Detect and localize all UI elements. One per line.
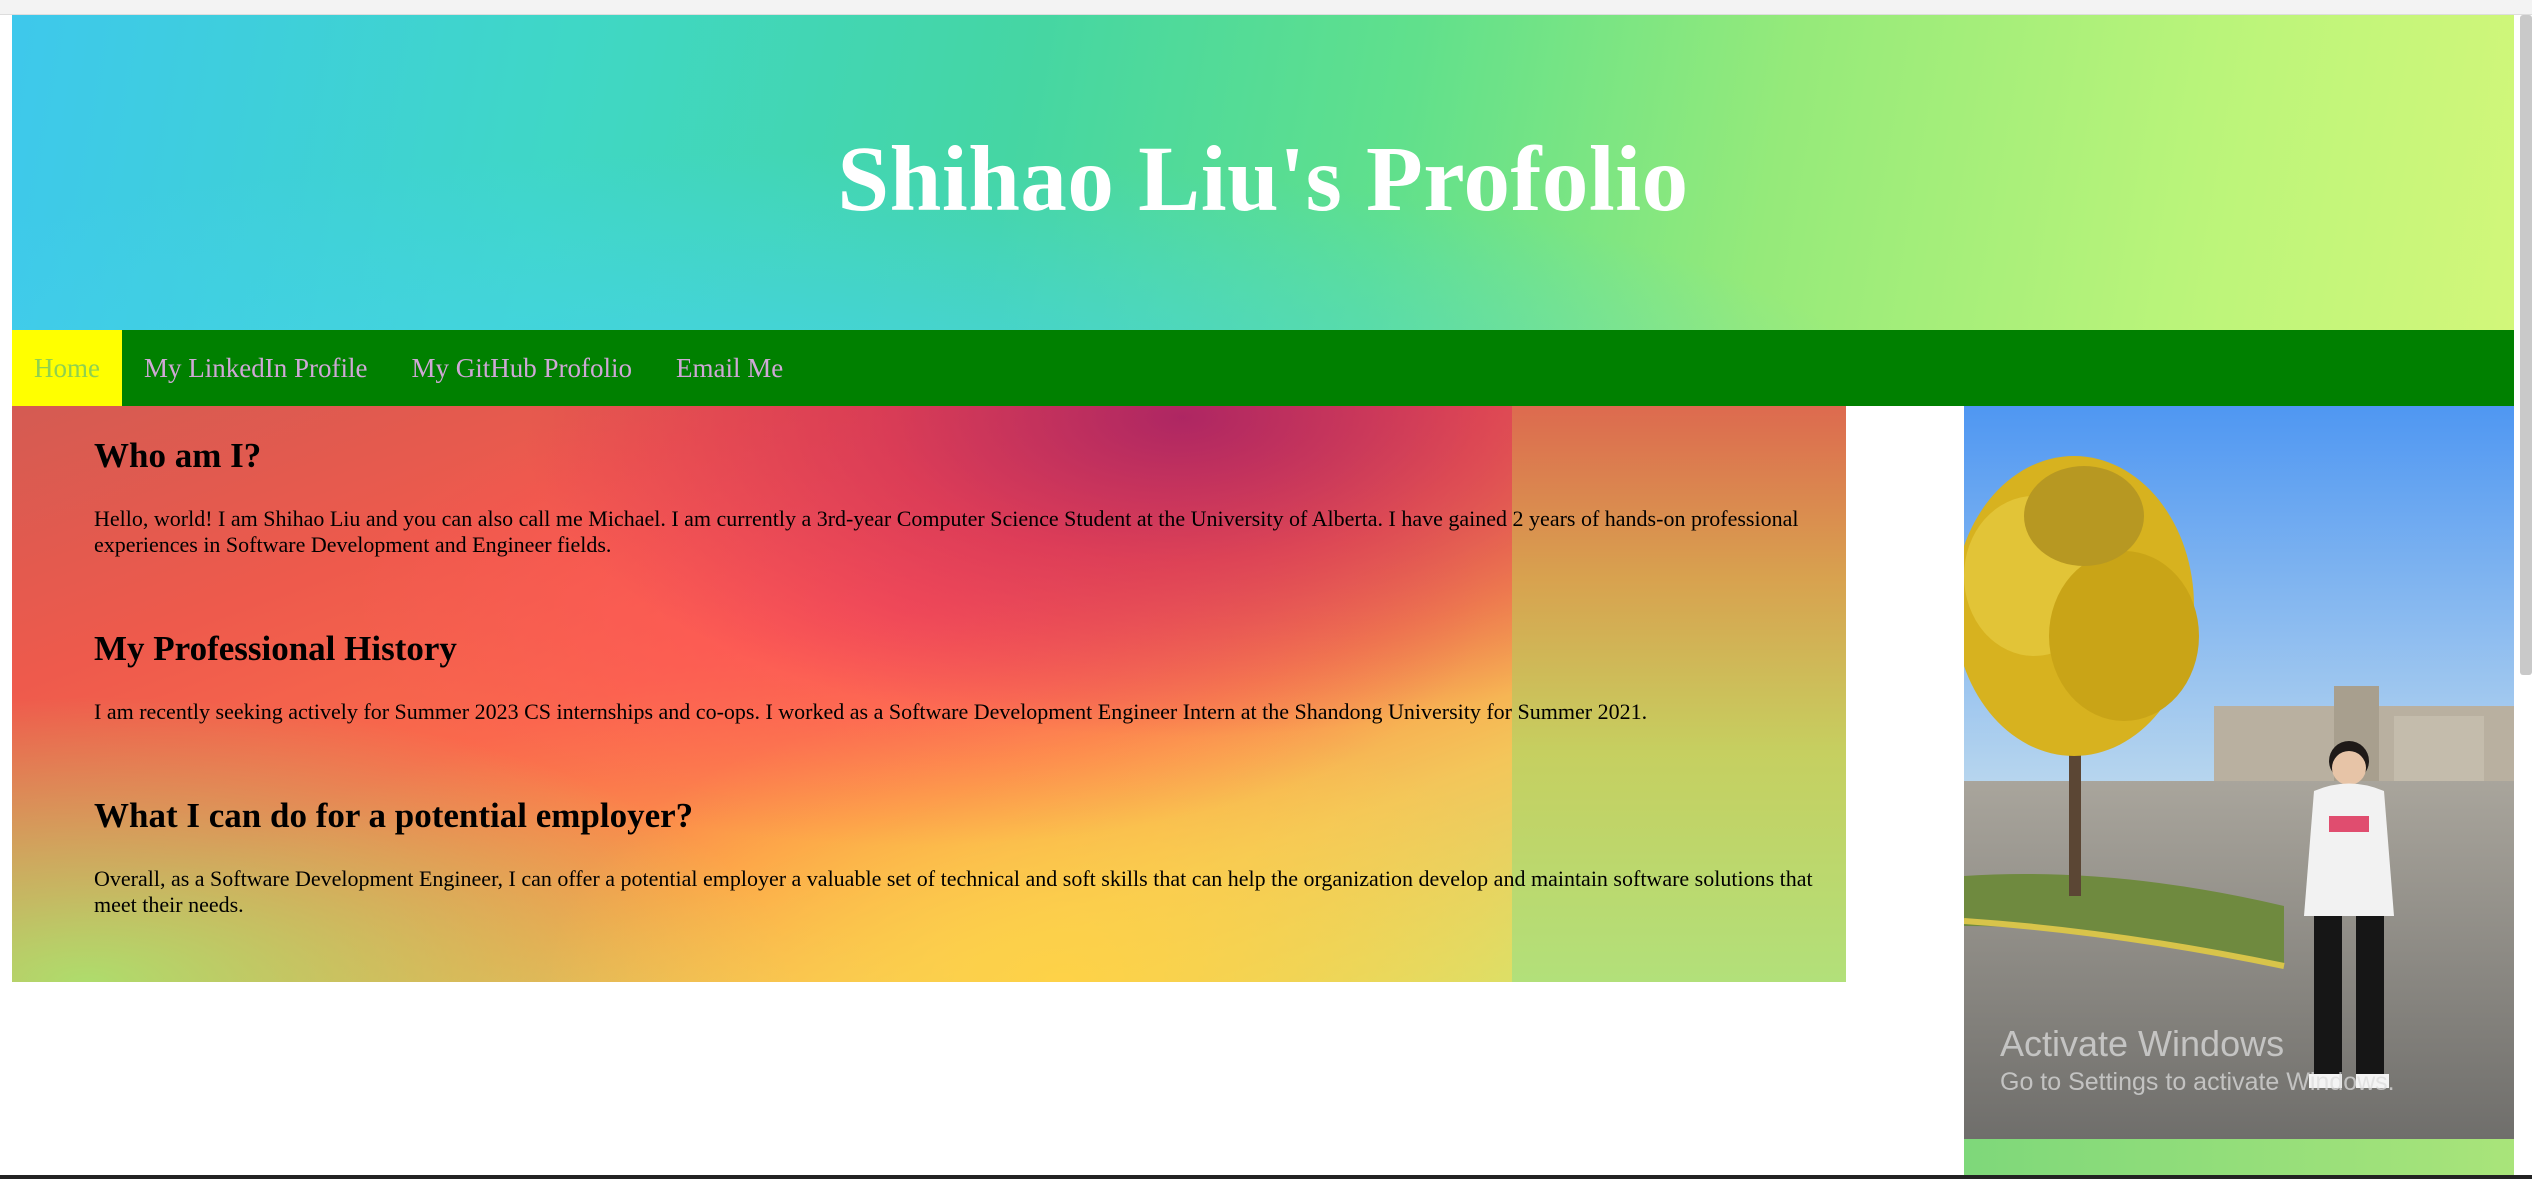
browser-page: Shihao Liu's Profolio Home My LinkedIn P… <box>0 0 2532 1179</box>
nav-item-home[interactable]: Home <box>12 330 122 406</box>
main-content: Who am I? Hello, world! I am Shihao Liu … <box>12 406 1846 982</box>
section-text-history: I am recently seeking actively for Summe… <box>94 699 1648 724</box>
section-text-who: Hello, world! I am Shihao Liu and you ca… <box>94 506 1799 557</box>
browser-top-edge <box>0 0 2532 15</box>
windows-activation-watermark: Activate Windows Go to Settings to activ… <box>2000 1022 2395 1098</box>
watermark-title: Activate Windows <box>2000 1023 2285 1064</box>
nav-item-github[interactable]: My GitHub Profolio <box>389 330 654 406</box>
section-heading-who: Who am I? <box>94 436 262 475</box>
nav-item-linkedin[interactable]: My LinkedIn Profile <box>122 330 389 406</box>
page-title: Shihao Liu's Profolio <box>837 128 1689 231</box>
vertical-scrollbar[interactable] <box>2520 15 2532 675</box>
section-text-employer: Overall, as a Software Development Engin… <box>94 866 1813 917</box>
watermark-subtitle: Go to Settings to activate Windows. <box>2000 1068 2395 1096</box>
nav-item-email[interactable]: Email Me <box>654 330 805 406</box>
section-heading-employer: What I can do for a potential employer? <box>94 796 694 835</box>
site-header: Shihao Liu's Profolio <box>12 15 2514 330</box>
bottom-edge <box>0 1175 2532 1179</box>
photo-bottom-strip <box>1964 1139 2514 1179</box>
main-nav: Home My LinkedIn Profile My GitHub Profo… <box>12 330 2514 406</box>
section-heading-history: My Professional History <box>94 629 457 668</box>
